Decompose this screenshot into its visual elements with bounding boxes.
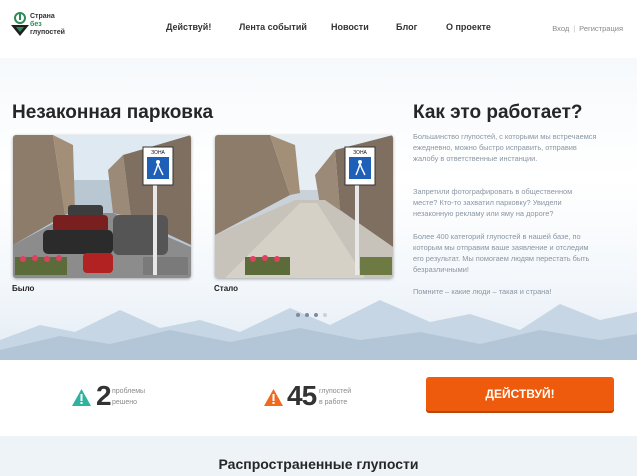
mountains-background: [0, 300, 637, 360]
stat-in-progress-number: 45: [287, 380, 317, 411]
slider-dot-3[interactable]: [314, 313, 318, 317]
nav-act[interactable]: Действуй!: [166, 22, 211, 32]
nav-news[interactable]: Новости: [331, 22, 369, 32]
register-link[interactable]: Регистрация: [579, 24, 623, 33]
photo-after[interactable]: ЗОНА: [215, 135, 393, 278]
stat-solved: 2 проблемы решено: [72, 380, 182, 414]
logo-line1: Страна: [30, 13, 55, 20]
how-paragraph-4: Помните – какие люди – такая и страна!: [413, 287, 552, 296]
stat-in-progress-line2: в работе: [319, 399, 348, 406]
nav-about[interactable]: О проекте: [446, 22, 491, 32]
slider-dot-4[interactable]: [323, 313, 327, 317]
hero-title: Незаконная парковка: [12, 102, 214, 123]
stat-in-progress-text: глупостей в работе: [319, 386, 351, 408]
nav-blog[interactable]: Блог: [396, 22, 417, 32]
stat-solved-text: проблемы решено: [112, 386, 145, 408]
warning-triangle-icon: [72, 389, 91, 406]
warning-triangle-icon: [264, 389, 283, 406]
act-button[interactable]: ДЕЙСТВУЙ!: [426, 377, 614, 411]
slider-dot-2[interactable]: [305, 313, 309, 317]
stats-bar: 2 проблемы решено 45 глупостей в работе …: [0, 360, 637, 436]
site-header: Страна без глупостей Действуй! Лента соб…: [0, 0, 637, 58]
how-paragraph-1: Большинство глупостей, с которыми мы вст…: [413, 132, 597, 163]
nav-event-feed[interactable]: Лента событий: [239, 22, 307, 32]
common-issues-title: Распространенные глупости: [218, 456, 419, 472]
stat-in-progress-line1: глупостей: [319, 388, 352, 395]
how-paragraph-3: Более 400 категорий глупостей в нашей ба…: [413, 232, 590, 274]
logo-line2-accent: без: [30, 21, 42, 28]
logo-text: Страна без глупостей: [30, 13, 78, 37]
auth-separator: |: [573, 24, 576, 33]
photo-before-label: Было: [12, 284, 35, 293]
photo-after-label: Стало: [214, 284, 239, 293]
how-it-works-title: Как это работает?: [413, 102, 583, 123]
stat-solved-line2: решено: [112, 399, 138, 406]
slider-dot-1[interactable]: [296, 313, 300, 317]
logo-line2-rest: глупостей: [30, 29, 65, 36]
photo-before[interactable]: ЗОНА: [13, 135, 191, 278]
common-issues-section: Распространенные глупости: [0, 436, 637, 476]
stat-in-progress: 45 глупостей в работе: [264, 380, 374, 414]
auth-links: Вход | Регистрация: [552, 24, 623, 33]
hero-section: Незаконная парковка ЗОНА Было ЗОНА Стало…: [0, 58, 637, 360]
logo-icon: [11, 12, 29, 36]
how-paragraph-2: Запретили фотографировать в общественном…: [413, 187, 573, 218]
sign-text-after: ЗОНА: [353, 150, 367, 156]
sign-text-before: ЗОНА: [151, 150, 165, 156]
stat-solved-line1: проблемы: [112, 388, 146, 395]
site-logo[interactable]: Страна без глупостей: [10, 9, 78, 41]
stat-solved-number: 2: [96, 380, 112, 411]
login-link[interactable]: Вход: [552, 24, 569, 33]
